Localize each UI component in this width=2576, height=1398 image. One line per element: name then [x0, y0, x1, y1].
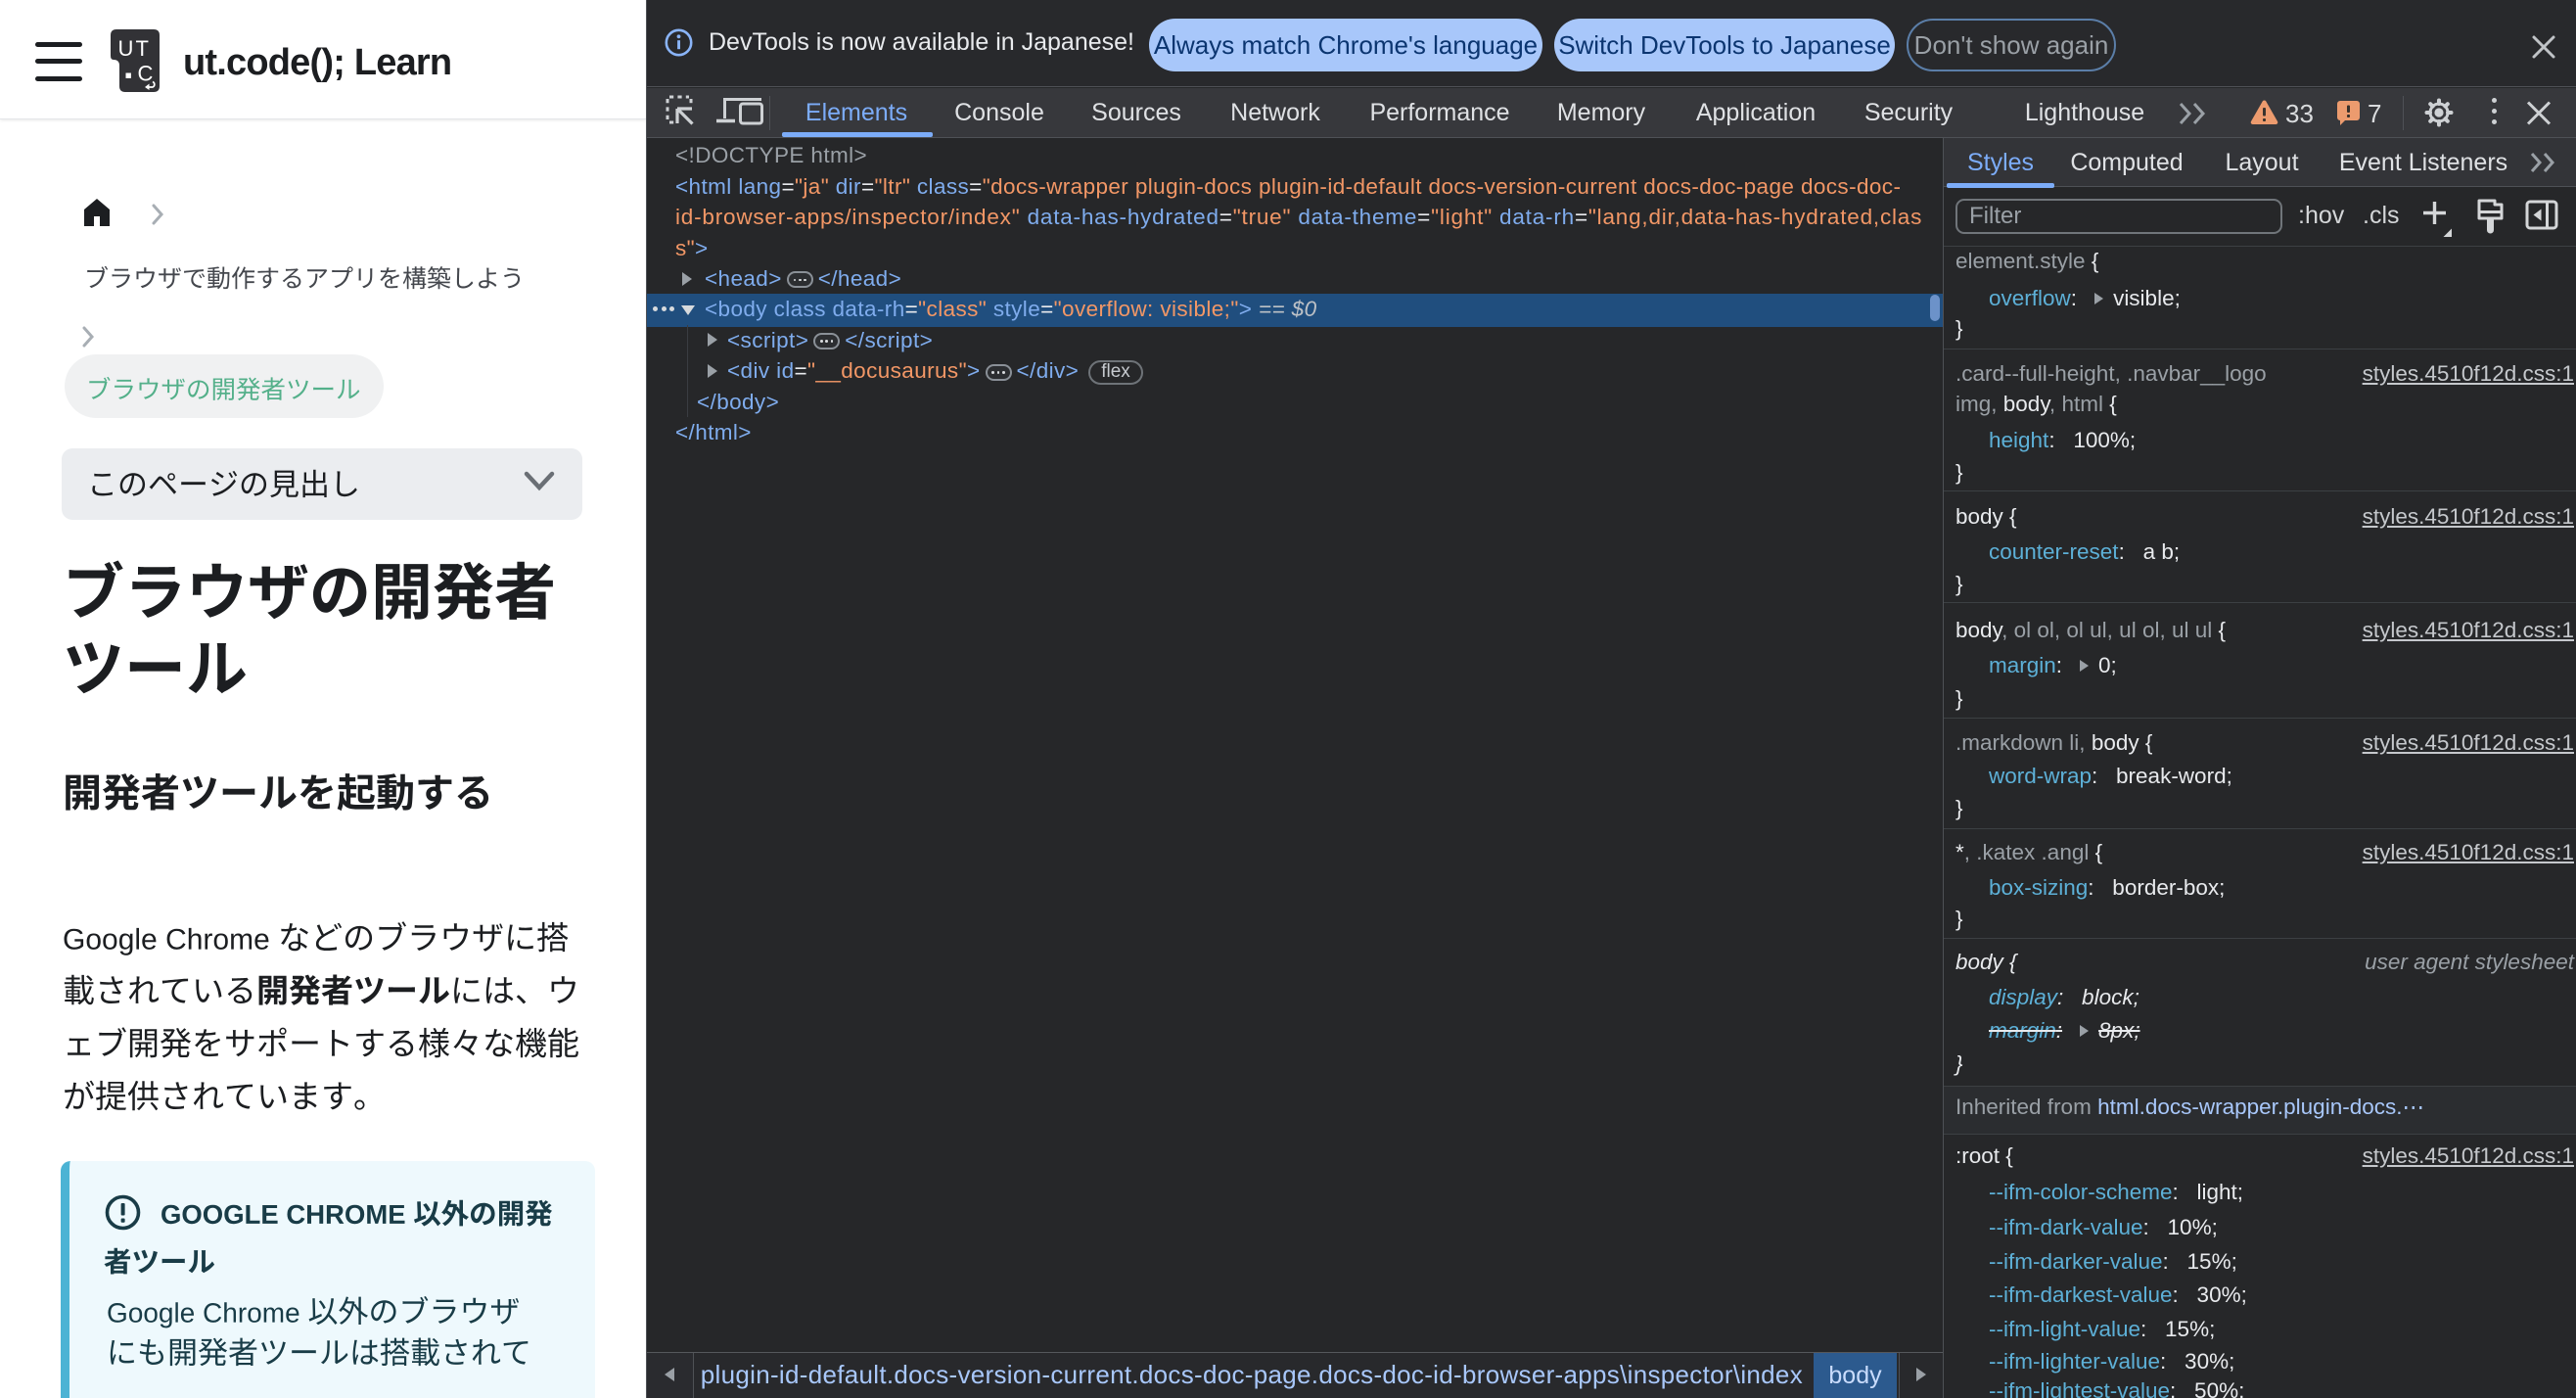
svg-text:U: U — [118, 36, 134, 61]
svg-text:C: C — [138, 62, 154, 86]
svg-text:T: T — [136, 36, 149, 61]
